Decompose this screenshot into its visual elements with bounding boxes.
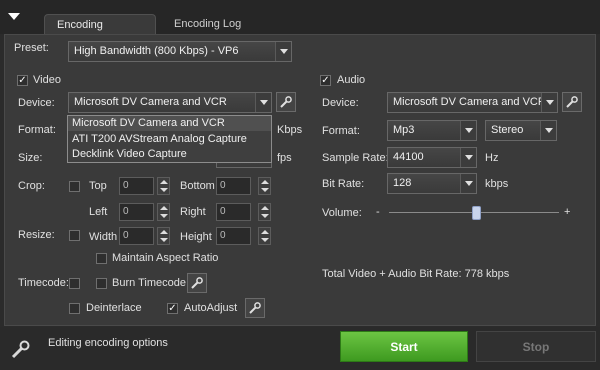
crop-bottom-label: Bottom xyxy=(180,180,215,192)
video-enable-checkbox[interactable]: ✓ xyxy=(17,75,28,86)
video-device-value: Microsoft DV Camera and VCR xyxy=(74,96,227,108)
chevron-down-icon xyxy=(460,174,476,193)
audio-device-label: Device: xyxy=(322,97,359,109)
audio-device-select[interactable]: Microsoft DV Camera and VCR xyxy=(387,92,558,113)
crop-left-label: Left xyxy=(89,206,108,218)
video-fps-unit: fps xyxy=(277,152,292,164)
audio-channels-select[interactable]: Stereo xyxy=(485,120,557,141)
video-device-label: Device: xyxy=(18,97,55,109)
audio-device-settings-button[interactable] xyxy=(562,92,582,112)
device-option[interactable]: ATI T200 AVStream Analog Capture xyxy=(68,132,271,147)
burn-timecode-label: Burn Timecode xyxy=(112,277,186,289)
chevron-down-icon xyxy=(540,121,556,140)
audio-bit-rate-select[interactable]: 128 xyxy=(387,173,477,194)
timecode-settings-button[interactable] xyxy=(187,273,207,293)
crop-right-spinner[interactable] xyxy=(258,203,271,221)
video-bitrate-unit: Kbps xyxy=(277,124,303,136)
crop-right-input[interactable]: 0 xyxy=(216,203,251,221)
crop-top-label: Top xyxy=(89,180,107,192)
crop-top-spinner[interactable] xyxy=(157,177,170,195)
wrench-icon xyxy=(191,277,203,289)
resize-height-spinner[interactable] xyxy=(258,227,271,245)
crop-bottom-spinner[interactable] xyxy=(258,177,271,195)
sample-rate-label: Sample Rate: xyxy=(322,152,389,164)
crop-right-label: Right xyxy=(180,206,206,218)
maintain-aspect-checkbox[interactable] xyxy=(96,253,107,264)
video-device-settings-button[interactable] xyxy=(276,92,296,112)
sample-rate-select[interactable]: 44100 xyxy=(387,147,477,168)
volume-slider-thumb[interactable] xyxy=(472,206,482,220)
preset-value: High Bandwidth (800 Kbps) - VP6 xyxy=(74,45,239,57)
wrench-icon xyxy=(280,96,292,108)
start-button[interactable]: Start xyxy=(340,331,468,362)
device-option[interactable]: Microsoft DV Camera and VCR xyxy=(68,116,271,131)
crop-label: Crop: xyxy=(18,180,45,192)
resize-width-input[interactable]: 0 xyxy=(119,227,154,245)
timecode-label: Timecode: xyxy=(18,277,69,289)
device-option[interactable]: Decklink Video Capture xyxy=(68,147,271,162)
crop-bottom-input[interactable]: 0 xyxy=(216,177,251,195)
resize-height-label: Height xyxy=(180,231,212,243)
sample-rate-unit: Hz xyxy=(485,152,499,164)
tab-encoding-options[interactable]: Encoding Options xyxy=(44,14,156,51)
audio-format-value: Mp3 xyxy=(393,124,415,136)
audio-enable-checkbox[interactable]: ✓ xyxy=(320,75,331,86)
chevron-down-icon xyxy=(541,93,557,112)
crop-checkbox[interactable] xyxy=(69,181,80,192)
chevron-down-icon xyxy=(460,148,476,167)
volume-minus: - xyxy=(376,206,380,218)
wrench-icon xyxy=(566,96,578,108)
autoadjust-label: AutoAdjust xyxy=(184,302,238,314)
crop-top-input[interactable]: 0 xyxy=(119,177,154,195)
deinterlace-checkbox[interactable] xyxy=(69,303,80,314)
crop-left-input[interactable]: 0 xyxy=(119,203,154,221)
chevron-down-icon xyxy=(460,121,476,140)
burn-timecode-checkbox[interactable] xyxy=(96,278,107,289)
autoadjust-checkbox[interactable]: ✓ xyxy=(167,303,178,314)
total-bitrate-text: Total Video + Audio Bit Rate: 778 kbps xyxy=(322,268,510,280)
status-text: Editing encoding options xyxy=(48,337,168,349)
resize-height-input[interactable]: 0 xyxy=(216,227,251,245)
timecode-checkbox[interactable] xyxy=(69,278,80,289)
video-format-label: Format: xyxy=(18,124,56,136)
wrench-icon xyxy=(249,302,261,314)
resize-width-label: Width xyxy=(89,231,118,243)
chevron-down-icon xyxy=(255,93,271,112)
collapse-arrow-icon[interactable] xyxy=(8,13,20,20)
bit-rate-unit: kbps xyxy=(485,178,509,190)
sample-rate-value: 44100 xyxy=(393,151,424,163)
tab-encoding-log[interactable]: Encoding Log xyxy=(162,14,272,34)
video-device-select[interactable]: Microsoft DV Camera and VCR xyxy=(68,92,272,113)
audio-channels-value: Stereo xyxy=(491,124,524,136)
crop-left-spinner[interactable] xyxy=(157,203,170,221)
deinterlace-label: Deinterlace xyxy=(86,302,142,314)
autoadjust-settings-button[interactable] xyxy=(245,298,265,318)
audio-format-select[interactable]: Mp3 xyxy=(387,120,477,141)
preset-label: Preset: xyxy=(14,42,49,54)
video-section-label: Video xyxy=(33,74,61,86)
chevron-down-icon xyxy=(275,42,291,61)
bit-rate-label: Bit Rate: xyxy=(322,178,365,190)
audio-section-label: Audio xyxy=(337,74,366,86)
video-size-label: Size: xyxy=(18,152,43,164)
audio-device-value: Microsoft DV Camera and VCR xyxy=(393,96,546,108)
wrench-icon xyxy=(10,338,32,363)
preset-select[interactable]: High Bandwidth (800 Kbps) - VP6 xyxy=(68,41,292,62)
resize-width-spinner[interactable] xyxy=(157,227,170,245)
audio-bit-rate-value: 128 xyxy=(393,177,412,189)
resize-label: Resize: xyxy=(18,229,55,241)
stop-button[interactable]: Stop xyxy=(476,331,596,362)
volume-label: Volume: xyxy=(322,207,362,219)
volume-plus: + xyxy=(564,206,571,218)
resize-checkbox[interactable] xyxy=(69,230,80,241)
maintain-aspect-label: Maintain Aspect Ratio xyxy=(112,252,219,264)
video-device-dropdown-list: Microsoft DV Camera and VCR ATI T200 AVS… xyxy=(67,115,272,163)
audio-format-label: Format: xyxy=(322,125,360,137)
